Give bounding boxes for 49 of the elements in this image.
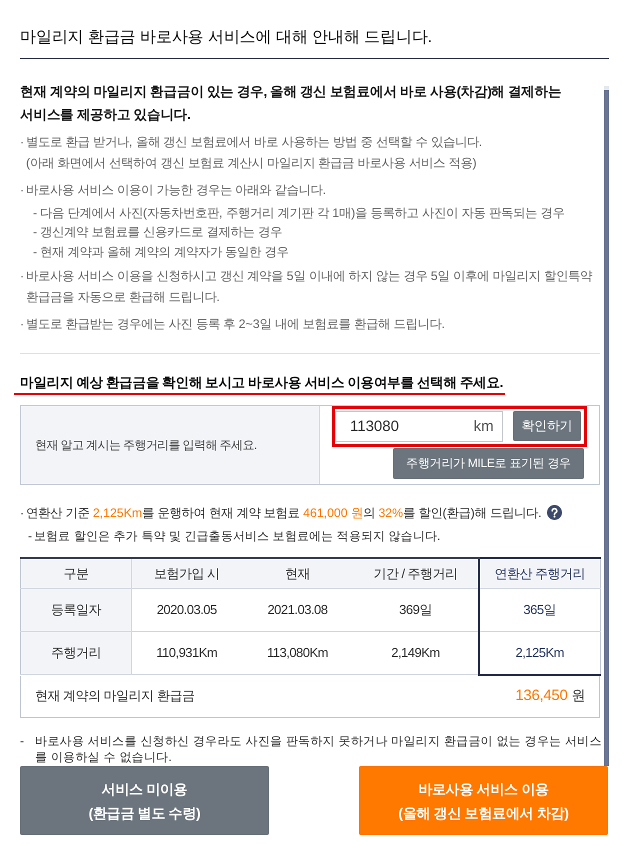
refund-label: 현재 계약의 마일리지 환급금: [35, 687, 194, 706]
intro-text: 현재 계약의 마일리지 환급금이 있는 경우, 올해 갱신 보험료에서 바로 사용(차감)해 결제하는 서비스를 제공하고 있습니다.: [20, 83, 562, 124]
list-marker: ·: [20, 182, 26, 199]
table-cell: 2020.03.05: [132, 588, 242, 632]
list-marker: -: [20, 732, 26, 750]
column-header: 연환산 주행거리: [478, 558, 600, 588]
summary-text: 연환산 기준 2,125Km를 운행하여 현재 계약 보험료 461,000 원의 32%를 할인(환급)해 드립니다.: [26, 504, 542, 522]
scrollbar[interactable]: [604, 86, 609, 766]
table-cell: 2,149Km: [354, 632, 478, 674]
column-header: 구분: [20, 558, 132, 588]
note-text: 다음 단계에서 사진(자동차번호판, 주행거리 계기판 각 1매)을 등록하고 사진이 자동 판독되는 경우: [40, 206, 564, 220]
mile-unit-button[interactable]: 주행거리가 MILE로 표기된 경우: [393, 448, 584, 478]
form-prompt: 현재 알고 계시는 주행거리를 입력해 주세요.: [35, 436, 257, 454]
list-marker: ·: [20, 316, 26, 333]
table-cell: 2021.03.08: [242, 588, 354, 632]
table-cell: 113,080Km: [242, 632, 354, 674]
table-cell: 369일: [354, 588, 478, 632]
list-marker: ·: [20, 268, 26, 285]
row-header: 등록일자: [20, 588, 132, 632]
confirm-button[interactable]: 확인하기: [512, 411, 581, 441]
section-heading: 마일리지 예상 환급금을 확인해 보시고 바로사용 서비스 이용여부를 선택해 주세요.: [14, 372, 505, 394]
table-cell: 365일: [478, 588, 600, 632]
help-icon[interactable]: [546, 505, 562, 520]
table-cell: 110,931Km: [132, 632, 242, 674]
list-marker: -: [27, 528, 34, 544]
list-marker: ·: [20, 134, 26, 151]
row-header: 주행거리: [20, 632, 132, 674]
refund-amount: 136,450: [515, 686, 568, 704]
table-cell: 2,125Km: [478, 632, 600, 674]
note-text: 현재 계약과 올해 계약의 계약자가 동일한 경우: [40, 244, 289, 258]
use-service-button[interactable]: 바로사용 서비스 이용 (올해 갱신 보험료에서 차감): [359, 766, 608, 835]
note-text: 바로사용 서비스 이용이 가능한 경우는 아래와 같습니다.: [26, 183, 326, 197]
list-marker: ·: [20, 504, 26, 522]
column-header: 기간 / 주행거리: [354, 558, 478, 588]
note-text: 갱신계약 보험료를 신용카드로 결제하는 경우: [40, 225, 282, 239]
note-text: 보험료 할인은 추가 특약 및 긴급출동서비스 보험료에는 적용되지 않습니다.: [34, 528, 440, 544]
unit-label: km: [474, 416, 494, 436]
column-header: 현재: [242, 558, 354, 588]
note-text: 별도로 환급받는 경우에는 사진 등록 후 2~3일 내에 보험료를 환급해 드립니다.: [26, 317, 445, 331]
decline-service-button[interactable]: 서비스 미이용 (환급금 별도 수령): [20, 766, 269, 835]
column-header: 보험가입 시: [132, 558, 242, 588]
currency-unit: 원: [572, 686, 585, 703]
page-title: 마일리지 환급금 바로사용 서비스에 대해 안내해 드립니다.: [20, 0, 609, 59]
note-text: 별도로 환급 받거나, 올해 갱신 보험료에서 바로 사용하는 방법 중 선택할 수 있습니다. (아래 화면에서 선택하여 갱신 보험료 계산시 마일리지 환급금 바로사용 서비스 적용): [26, 135, 482, 170]
list-marker: -: [32, 224, 38, 241]
list-marker: -: [32, 244, 38, 260]
list-marker: -: [32, 204, 38, 222]
notice-text: 바로사용 서비스를 신청하신 경우라도 사진을 판독하지 못하거나 마일리지 환급금이 없는 경우는 서비스를 이용하실 수 없습니다.: [35, 732, 603, 764]
note-text: 바로사용 서비스 이용을 신청하시고 갱신 계약을 5일 이내에 하지 않는 경우 5일 이후에 마일리지 할인특약 환급금을 자동으로 환급해 드립니다.: [26, 269, 592, 304]
